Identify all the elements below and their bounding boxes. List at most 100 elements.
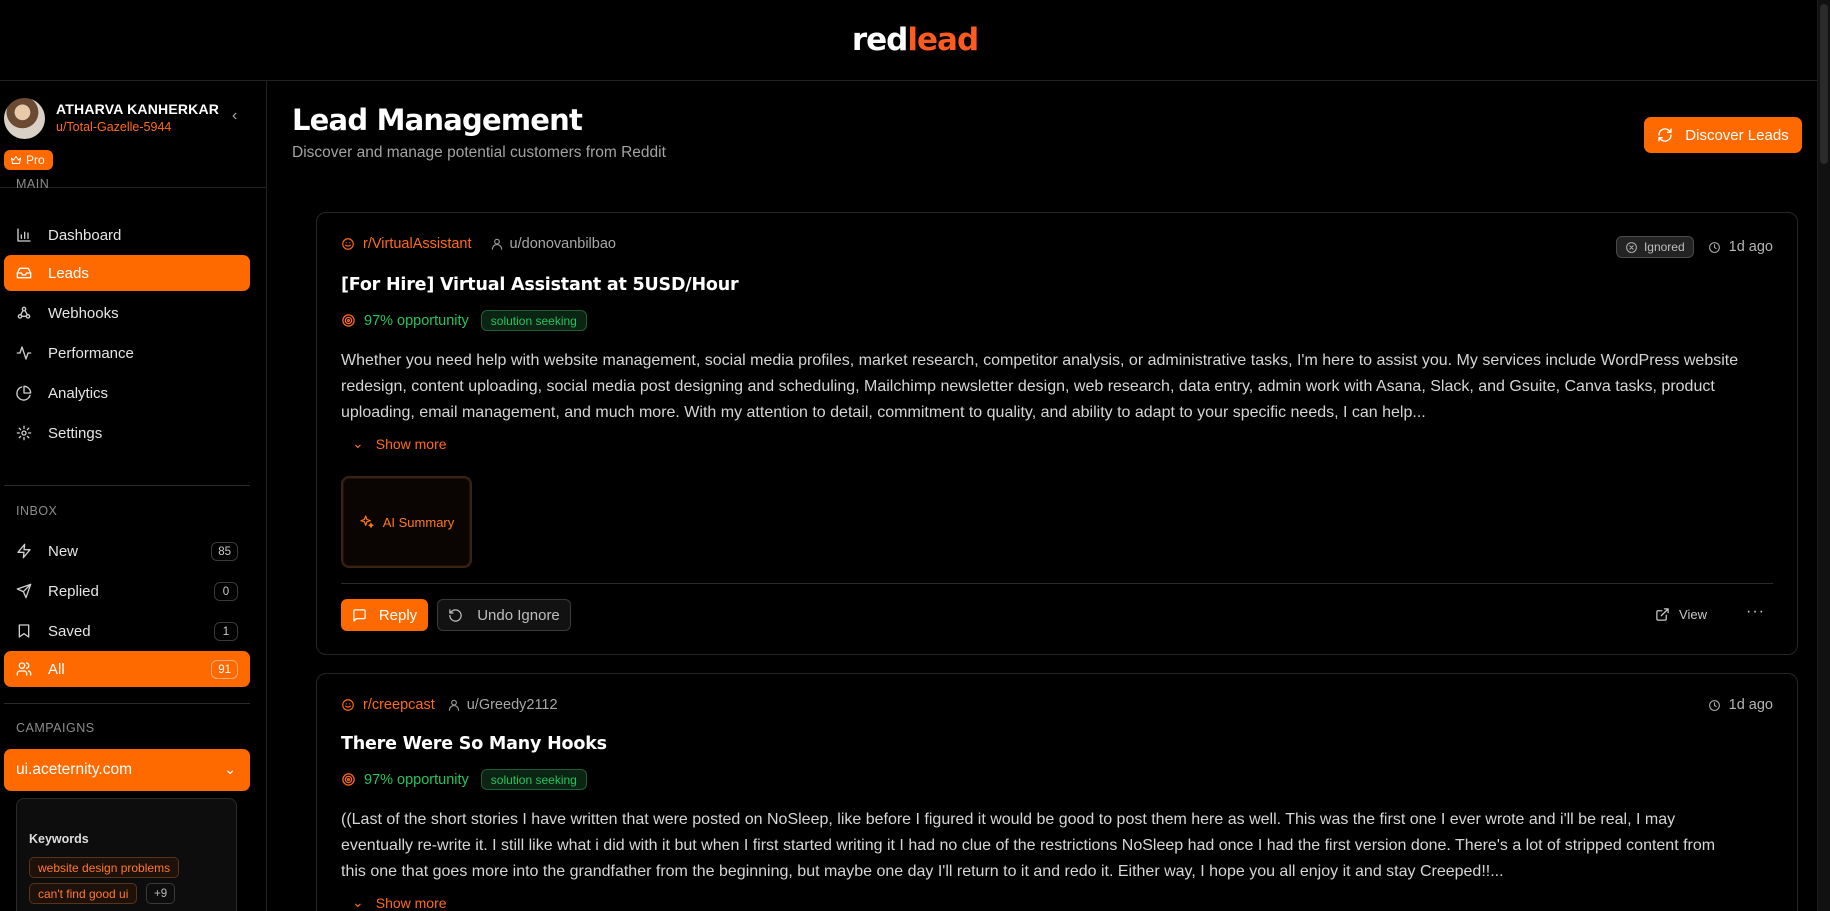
sidebar-item-all[interactable]: All 91 [4,651,250,687]
author-link[interactable]: u/Greedy2112 [467,697,558,713]
lead-time: 1d ago [1728,697,1773,713]
page-subtitle: Discover and manage potential customers … [292,144,666,161]
lead-body: Whether you need help with website manag… [341,352,1739,421]
keywords-more-badge[interactable]: +9 [146,883,176,904]
sidebar-item-label: Settings [48,424,103,442]
avatar[interactable] [4,98,45,139]
undo-ignore-button[interactable]: Undo Ignore [437,599,571,631]
refresh-icon [1658,128,1672,142]
activity-icon [16,346,32,360]
ai-summary-button[interactable]: AI Summary [341,476,472,568]
main-section-label: MAIN [16,177,50,191]
sidebar-item-analytics[interactable]: Analytics [4,375,250,411]
subreddit-link[interactable]: r/VirtualAssistant [363,236,472,252]
subreddit-icon [342,699,354,711]
collapse-sidebar-icon[interactable]: ‹ [232,107,237,125]
reply-label: Reply [378,606,418,624]
lead-time: 1d ago [1728,239,1773,255]
keywords-title: Keywords [29,832,89,846]
undo-ignore-label: Undo Ignore [477,606,560,624]
app-logo[interactable]: redlead [851,22,979,58]
sidebar-item-new[interactable]: New 85 [4,533,250,569]
lead-status-area: Ignored 1d ago [1615,236,1773,258]
undo-icon [449,608,462,622]
sidebar-item-saved[interactable]: Saved 1 [4,613,250,649]
user-icon [448,699,459,711]
pro-label: Pro [26,153,45,167]
sidebar-divider [4,703,250,704]
show-more-button[interactable]: ⌄ Show more [352,894,447,911]
target-icon [342,314,355,327]
main-content: Lead Management Discover and manage pote… [268,81,1817,911]
keyword-chip[interactable]: website design problems [29,857,180,878]
sidebar-item-webhooks[interactable]: Webhooks [4,295,250,331]
bookmark-icon [18,624,30,638]
lead-status-area: 1d ago [1708,697,1773,713]
count-badge: 0 [214,582,238,601]
target-icon [342,773,355,786]
profile-section: ATHARVA KANHERKAR u/Total-Gazelle-5944 ‹… [0,81,266,188]
lead-title[interactable]: [For Hire] Virtual Assistant at 5USD/Hou… [341,275,739,295]
inbox-section-label: INBOX [16,504,58,518]
scrollbar-thumb[interactable] [1820,4,1828,164]
sidebar-item-settings[interactable]: Settings [4,415,250,451]
ai-summary-label: AI Summary [382,514,455,530]
opportunity-score: 97% opportunity [364,312,469,329]
sidebar-divider [4,485,250,486]
sidebar-item-label: Dashboard [48,226,122,244]
count-badge: 1 [214,622,238,641]
pie-chart-icon [16,385,32,401]
x-circle-icon [1626,241,1637,253]
status-label: Ignored [1643,240,1685,254]
show-more-button[interactable]: ⌄ Show more [352,435,447,452]
count-badge: 85 [211,542,238,561]
sidebar-item-label: Webhooks [48,304,119,322]
chevron-down-icon: ⌄ [224,761,236,777]
discover-leads-button[interactable]: Discover Leads [1644,117,1802,153]
sidebar-item-dashboard[interactable]: Dashboard [4,217,250,253]
bar-chart-icon [17,228,31,242]
show-more-label: Show more [375,894,447,911]
external-link-icon [1656,608,1669,621]
sidebar-item-replied[interactable]: Replied 0 [4,573,250,609]
show-more-label: Show more [375,435,447,452]
scrollbar[interactable] [1817,0,1830,911]
keyword-chip[interactable]: can't find good ui [29,883,138,904]
reply-button[interactable]: Reply [341,599,428,631]
lead-title[interactable]: There Were So Many Hooks [341,734,607,754]
intent-tag: solution seeking [480,310,587,331]
status-badge: Ignored [1615,236,1694,258]
opportunity-score: 97% opportunity [364,771,469,788]
zap-icon [17,543,31,559]
gear-icon [16,425,32,441]
logo-red: red [851,22,909,58]
subreddit-link[interactable]: r/creepcast [363,697,435,713]
users-icon [16,662,32,676]
campaign-selector[interactable]: ui.aceternity.com ⌄ [4,749,250,791]
count-badge: 91 [211,660,238,679]
author-link[interactable]: u/donovanbilbao [510,236,616,252]
sidebar-item-leads[interactable]: Leads [4,255,250,291]
user-icon [491,238,502,250]
chevron-down-icon: ⌄ [352,435,364,451]
opportunity-row: 97% opportunity solution seeking [341,310,587,331]
lead-body: ((Last of the short stories I have writt… [341,811,1716,880]
campaign-name: ui.aceternity.com [16,761,133,778]
top-bar: redlead [0,0,1830,81]
webhook-icon [17,306,31,319]
sidebar-item-label: Performance [48,344,134,362]
clock-icon [1708,241,1720,253]
lead-card: r/VirtualAssistant u/donovanbilbao Ignor… [316,212,1798,655]
lead-meta: r/VirtualAssistant u/donovanbilbao [341,236,616,252]
sidebar-item-performance[interactable]: Performance [4,335,250,371]
sidebar-item-label: All [48,660,65,678]
sidebar-item-label: Analytics [48,384,109,402]
chevron-down-icon: ⌄ [352,894,364,910]
sidebar-item-label: Leads [48,264,89,282]
page-title: Lead Management [292,103,583,137]
clock-icon [1708,699,1720,711]
view-link[interactable]: View [1655,607,1707,622]
sidebar-item-label: Saved [48,622,91,640]
sidebar-item-label: New [48,542,79,560]
more-options-icon[interactable]: ··· [1746,603,1765,621]
